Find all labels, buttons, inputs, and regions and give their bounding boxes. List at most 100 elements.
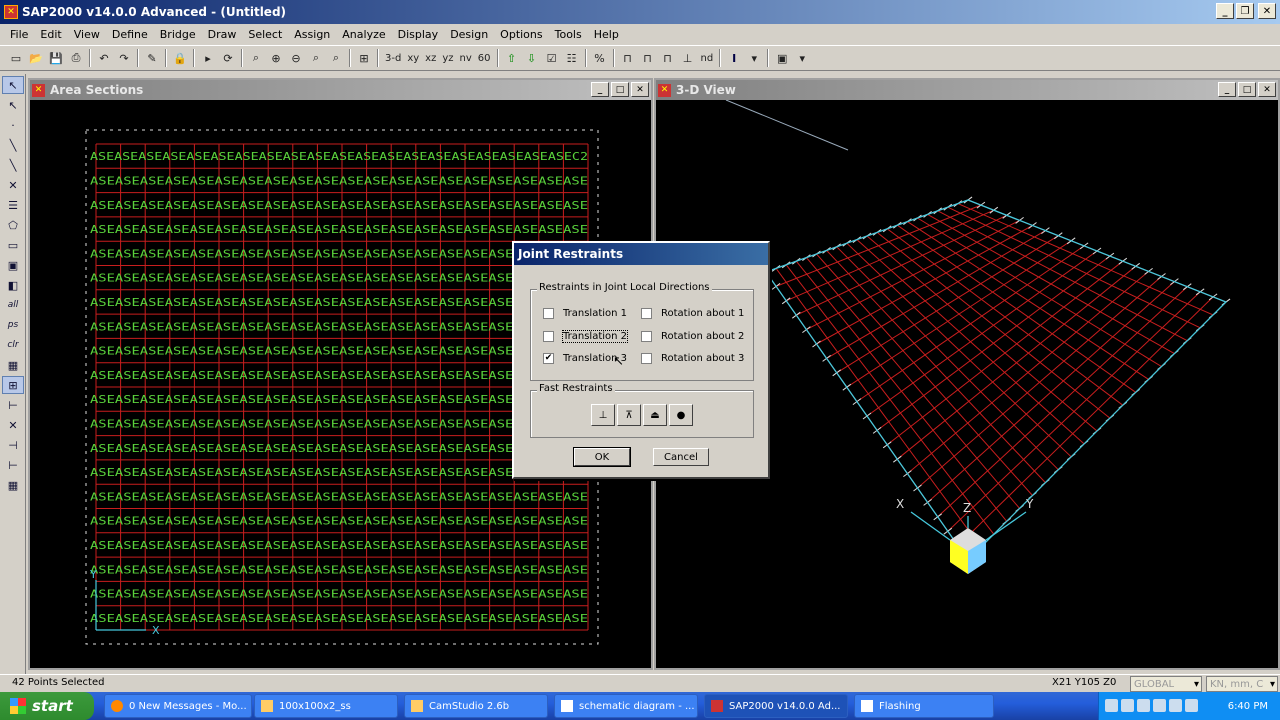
dropdown-arrow-icon[interactable]: ▾ <box>792 48 812 68</box>
checkbox-check-icon[interactable]: ✔ <box>543 353 554 364</box>
draw-secondary-icon[interactable]: ☰ <box>2 196 24 214</box>
clear-selection-button[interactable]: clr <box>2 336 24 354</box>
minimize-button[interactable]: _ <box>1216 3 1234 19</box>
refresh-icon[interactable]: ⟳ <box>218 48 238 68</box>
rotation-3-checkbox[interactable]: Rotation about 3 <box>641 353 744 364</box>
section-icon[interactable]: I <box>724 48 744 68</box>
sap-app-icon[interactable]: ✕ <box>4 5 18 19</box>
tray-icon[interactable] <box>1169 699 1182 712</box>
menu-analyze[interactable]: Analyze <box>336 28 391 41</box>
menu-display[interactable]: Display <box>392 28 445 41</box>
child-maximize-button[interactable]: □ <box>611 82 629 97</box>
units-select[interactable]: KN, mm, C ▾ <box>1206 676 1278 692</box>
draw-poly-area-icon[interactable]: ⬠ <box>2 216 24 234</box>
pencil-icon[interactable]: ✎ <box>142 48 162 68</box>
child-maximize-button[interactable]: □ <box>1238 82 1256 97</box>
tray-icon[interactable] <box>1137 699 1150 712</box>
menu-assign[interactable]: Assign <box>288 28 336 41</box>
translation-2-checkbox[interactable]: Translation 2 <box>543 330 629 343</box>
snap-perp-icon[interactable]: ⊣ <box>2 436 24 454</box>
snap-ends-icon[interactable]: ⊢ <box>2 396 24 414</box>
frame-releases-icon[interactable]: ⊓ <box>658 48 678 68</box>
view-xy-button[interactable]: xy <box>404 48 422 68</box>
draw-solid-icon[interactable]: ◧ <box>2 276 24 294</box>
task-flashing[interactable]: Flashing <box>854 694 994 718</box>
snap-fine-grid-icon[interactable]: ▦ <box>2 476 24 494</box>
save-icon[interactable]: 💾 <box>46 48 66 68</box>
translation-1-checkbox[interactable]: Translation 1 <box>543 308 627 319</box>
draw-rect-area-icon[interactable]: ▭ <box>2 236 24 254</box>
child-close-button[interactable]: ✕ <box>1258 82 1276 97</box>
menu-draw[interactable]: Draw <box>202 28 243 41</box>
checkbox-box[interactable] <box>641 331 652 342</box>
task-schematic[interactable]: schematic diagram - ... <box>554 694 698 718</box>
undo-icon[interactable]: ↶ <box>94 48 114 68</box>
dropdown-arrow-icon[interactable]: ▾ <box>744 48 764 68</box>
up-arrow-icon[interactable]: ⇧ <box>502 48 522 68</box>
coord-system-select[interactable]: GLOBAL ▾ <box>1130 676 1202 692</box>
rotation-1-checkbox[interactable]: Rotation about 1 <box>641 308 744 319</box>
menu-select[interactable]: Select <box>242 28 288 41</box>
quick-frame-icon[interactable]: ╲ <box>2 156 24 174</box>
cancel-button[interactable]: Cancel <box>653 448 709 466</box>
child-close-button[interactable]: ✕ <box>631 82 649 97</box>
tray-icon[interactable] <box>1105 699 1118 712</box>
task-sap2000[interactable]: SAP2000 v14.0.0 Ad... <box>704 694 848 718</box>
display-options-icon[interactable]: ☷ <box>562 48 582 68</box>
print-icon[interactable]: ⎙ <box>66 48 86 68</box>
task-firefox[interactable]: 0 New Messages - Mo... <box>104 694 252 718</box>
redo-icon[interactable]: ↷ <box>114 48 134 68</box>
draw-frame-icon[interactable]: ╲ <box>2 136 24 154</box>
view-3d-button[interactable]: 3-d <box>382 48 404 68</box>
menu-file[interactable]: File <box>4 28 34 41</box>
rotation-2-checkbox[interactable]: Rotation about 2 <box>641 331 744 342</box>
lock-icon[interactable]: 🔒 <box>170 48 190 68</box>
menu-edit[interactable]: Edit <box>34 28 67 41</box>
ok-button[interactable]: OK <box>573 447 631 467</box>
snap-points-icon[interactable]: ⊞ <box>2 376 24 394</box>
zoom-full-icon[interactable]: ⌕ <box>326 48 346 68</box>
menu-define[interactable]: Define <box>106 28 154 41</box>
snap-lines-icon[interactable]: ⊢ <box>2 456 24 474</box>
close-button[interactable]: ✕ <box>1258 3 1276 19</box>
task-folder[interactable]: 100x100x2_ss <box>254 694 398 718</box>
new-file-icon[interactable]: ▭ <box>6 48 26 68</box>
menu-options[interactable]: Options <box>494 28 548 41</box>
view-xz-button[interactable]: xz <box>422 48 439 68</box>
down-arrow-icon[interactable]: ⇩ <box>522 48 542 68</box>
draw-brace-icon[interactable]: ✕ <box>2 176 24 194</box>
free-joint-icon[interactable]: ● <box>669 404 693 426</box>
zoom-prev-icon[interactable]: ⌕ <box>306 48 326 68</box>
checkbox-box[interactable] <box>641 308 652 319</box>
tray-icon[interactable] <box>1153 699 1166 712</box>
reshape-icon[interactable]: ↖ <box>2 96 24 114</box>
run-analysis-icon[interactable]: ▸ <box>198 48 218 68</box>
zoom-in-icon[interactable]: ⊕ <box>266 48 286 68</box>
child-minimize-button[interactable]: _ <box>1218 82 1236 97</box>
view-rotate-button[interactable]: 60 <box>475 48 494 68</box>
zoom-out-icon[interactable]: ⊖ <box>286 48 306 68</box>
tray-icon[interactable] <box>1121 699 1134 712</box>
draw-point-icon[interactable]: · <box>2 116 24 134</box>
child-minimize-button[interactable]: _ <box>591 82 609 97</box>
previous-selection-button[interactable]: ps <box>2 316 24 334</box>
menu-design[interactable]: Design <box>444 28 494 41</box>
select-all-button[interactable]: all <box>2 296 24 314</box>
fixed-support-icon[interactable]: ⊥ <box>591 404 615 426</box>
open-folder-icon[interactable]: 📂 <box>26 48 46 68</box>
menu-view[interactable]: View <box>68 28 106 41</box>
menu-help[interactable]: Help <box>588 28 625 41</box>
tray-icon[interactable] <box>1185 699 1198 712</box>
check-icon[interactable]: ☑ <box>542 48 562 68</box>
checkbox-box[interactable] <box>641 353 652 364</box>
view-yz-button[interactable]: yz <box>439 48 456 68</box>
pan-icon[interactable]: ⊞ <box>354 48 374 68</box>
zoom-window-icon[interactable]: ⌕ <box>246 48 266 68</box>
maximize-button[interactable]: ❐ <box>1236 3 1254 19</box>
menu-tools[interactable]: Tools <box>549 28 588 41</box>
frame-ranges-icon[interactable]: ⊓ <box>638 48 658 68</box>
checkbox-box[interactable] <box>543 308 554 319</box>
percent-icon[interactable]: % <box>590 48 610 68</box>
snap-intersect-icon[interactable]: ✕ <box>2 416 24 434</box>
checkbox-box[interactable] <box>543 331 554 342</box>
